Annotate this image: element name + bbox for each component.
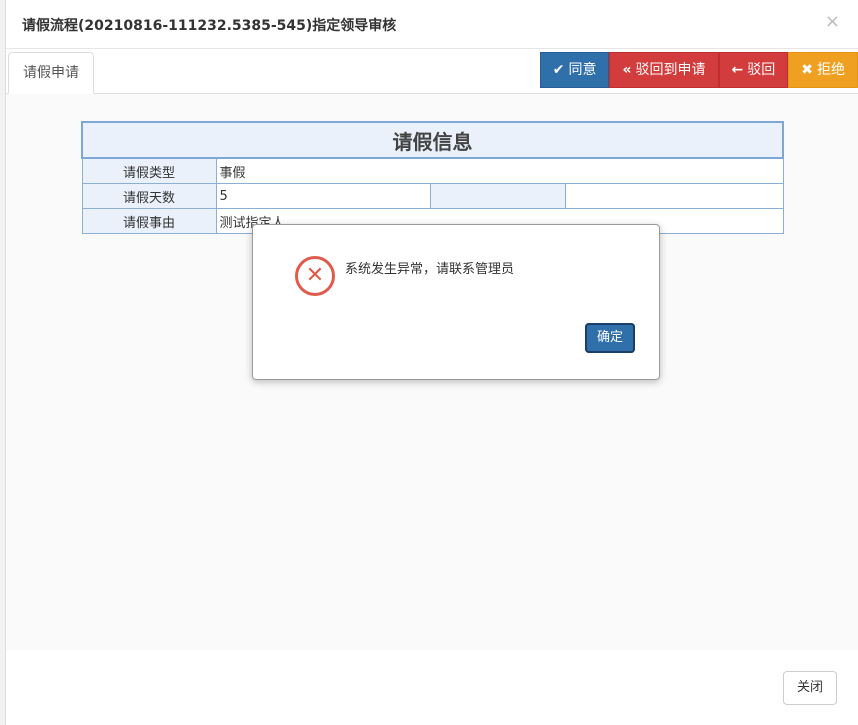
error-message: 系统发生异常，请联系管理员 bbox=[345, 262, 515, 277]
leave-info-table: 请假信息 请假类型 事假 请假天数 5 请假事由 测试指定人 bbox=[81, 121, 784, 234]
approve-button[interactable]: ✔ 同意 bbox=[539, 52, 610, 88]
empty-label-cell bbox=[429, 183, 566, 209]
action-toolbar: ✔ 同意 « 驳回到申请 ← 驳回 ✖ 拒绝 bbox=[539, 52, 858, 88]
close-icon[interactable]: × bbox=[825, 11, 840, 32]
table-title: 请假信息 bbox=[81, 121, 784, 159]
refuse-label: 拒绝 bbox=[817, 62, 845, 78]
error-dialog: ✕ 系统发生异常，请联系管理员 确定 bbox=[252, 224, 660, 380]
table-row: 请假天数 5 bbox=[81, 183, 784, 209]
tab-bar: 请假申请 ✔ 同意 « 驳回到申请 ← 驳回 ✖ 拒绝 bbox=[6, 52, 858, 94]
arrow-left-icon: ← bbox=[731, 62, 744, 78]
modal-title: 请假流程(20210816-111232.5385-545)指定领导审核 bbox=[22, 18, 397, 34]
table-row: 请假类型 事假 bbox=[81, 157, 784, 184]
close-button[interactable]: 关闭 bbox=[783, 671, 837, 705]
background-fragment bbox=[0, 130, 5, 148]
reject-to-application-label: 驳回到申请 bbox=[635, 62, 706, 78]
ok-button[interactable]: 确定 bbox=[585, 323, 635, 353]
approve-label: 同意 bbox=[568, 62, 597, 78]
x-icon: ✖ bbox=[801, 62, 813, 78]
empty-value-cell bbox=[564, 183, 784, 209]
check-icon: ✔ bbox=[552, 62, 565, 78]
double-left-icon: « bbox=[622, 62, 632, 78]
return-label: 驳回 bbox=[747, 62, 776, 78]
row-label: 请假天数 bbox=[81, 183, 217, 209]
reject-to-application-button[interactable]: « 驳回到申请 bbox=[609, 52, 719, 88]
tab-leave-application[interactable]: 请假申请 bbox=[8, 52, 94, 94]
error-icon: ✕ bbox=[295, 256, 335, 296]
refuse-button[interactable]: ✖ 拒绝 bbox=[788, 52, 858, 88]
modal-header: 请假流程(20210816-111232.5385-545)指定领导审核 × bbox=[6, 0, 858, 49]
row-label: 请假事由 bbox=[81, 208, 217, 234]
return-button[interactable]: ← 驳回 bbox=[718, 52, 789, 88]
row-label: 请假类型 bbox=[81, 157, 217, 184]
row-value: 事假 bbox=[215, 157, 784, 184]
row-value: 5 bbox=[215, 183, 431, 209]
